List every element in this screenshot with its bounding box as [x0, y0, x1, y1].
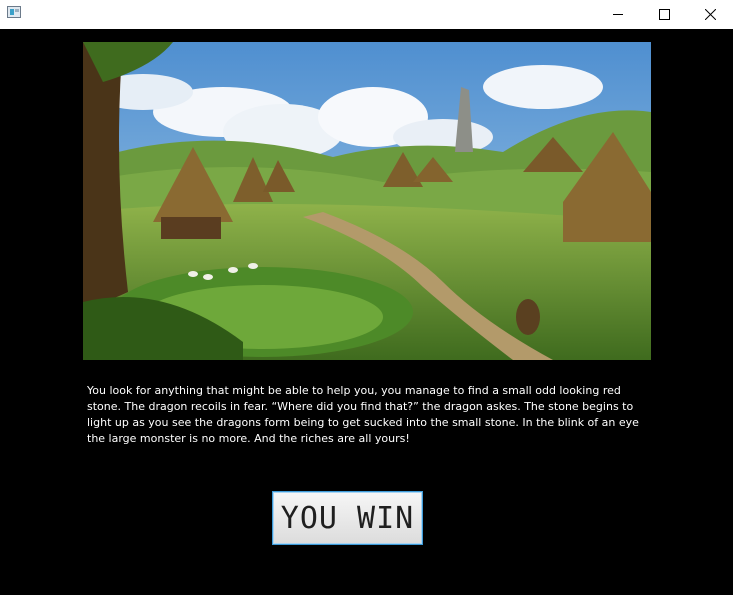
window-titlebar — [0, 0, 733, 29]
maximize-button[interactable] — [641, 0, 687, 29]
story-text: You look for anything that might be able… — [87, 384, 639, 445]
minimize-button[interactable] — [595, 0, 641, 29]
you-win-button[interactable]: YOU WIN — [272, 491, 423, 545]
close-icon — [704, 9, 716, 20]
app-icon — [7, 6, 21, 18]
maximize-icon — [658, 9, 670, 20]
minimize-icon — [612, 14, 623, 15]
close-button[interactable] — [687, 0, 733, 29]
village-scene-illustration — [83, 42, 651, 360]
